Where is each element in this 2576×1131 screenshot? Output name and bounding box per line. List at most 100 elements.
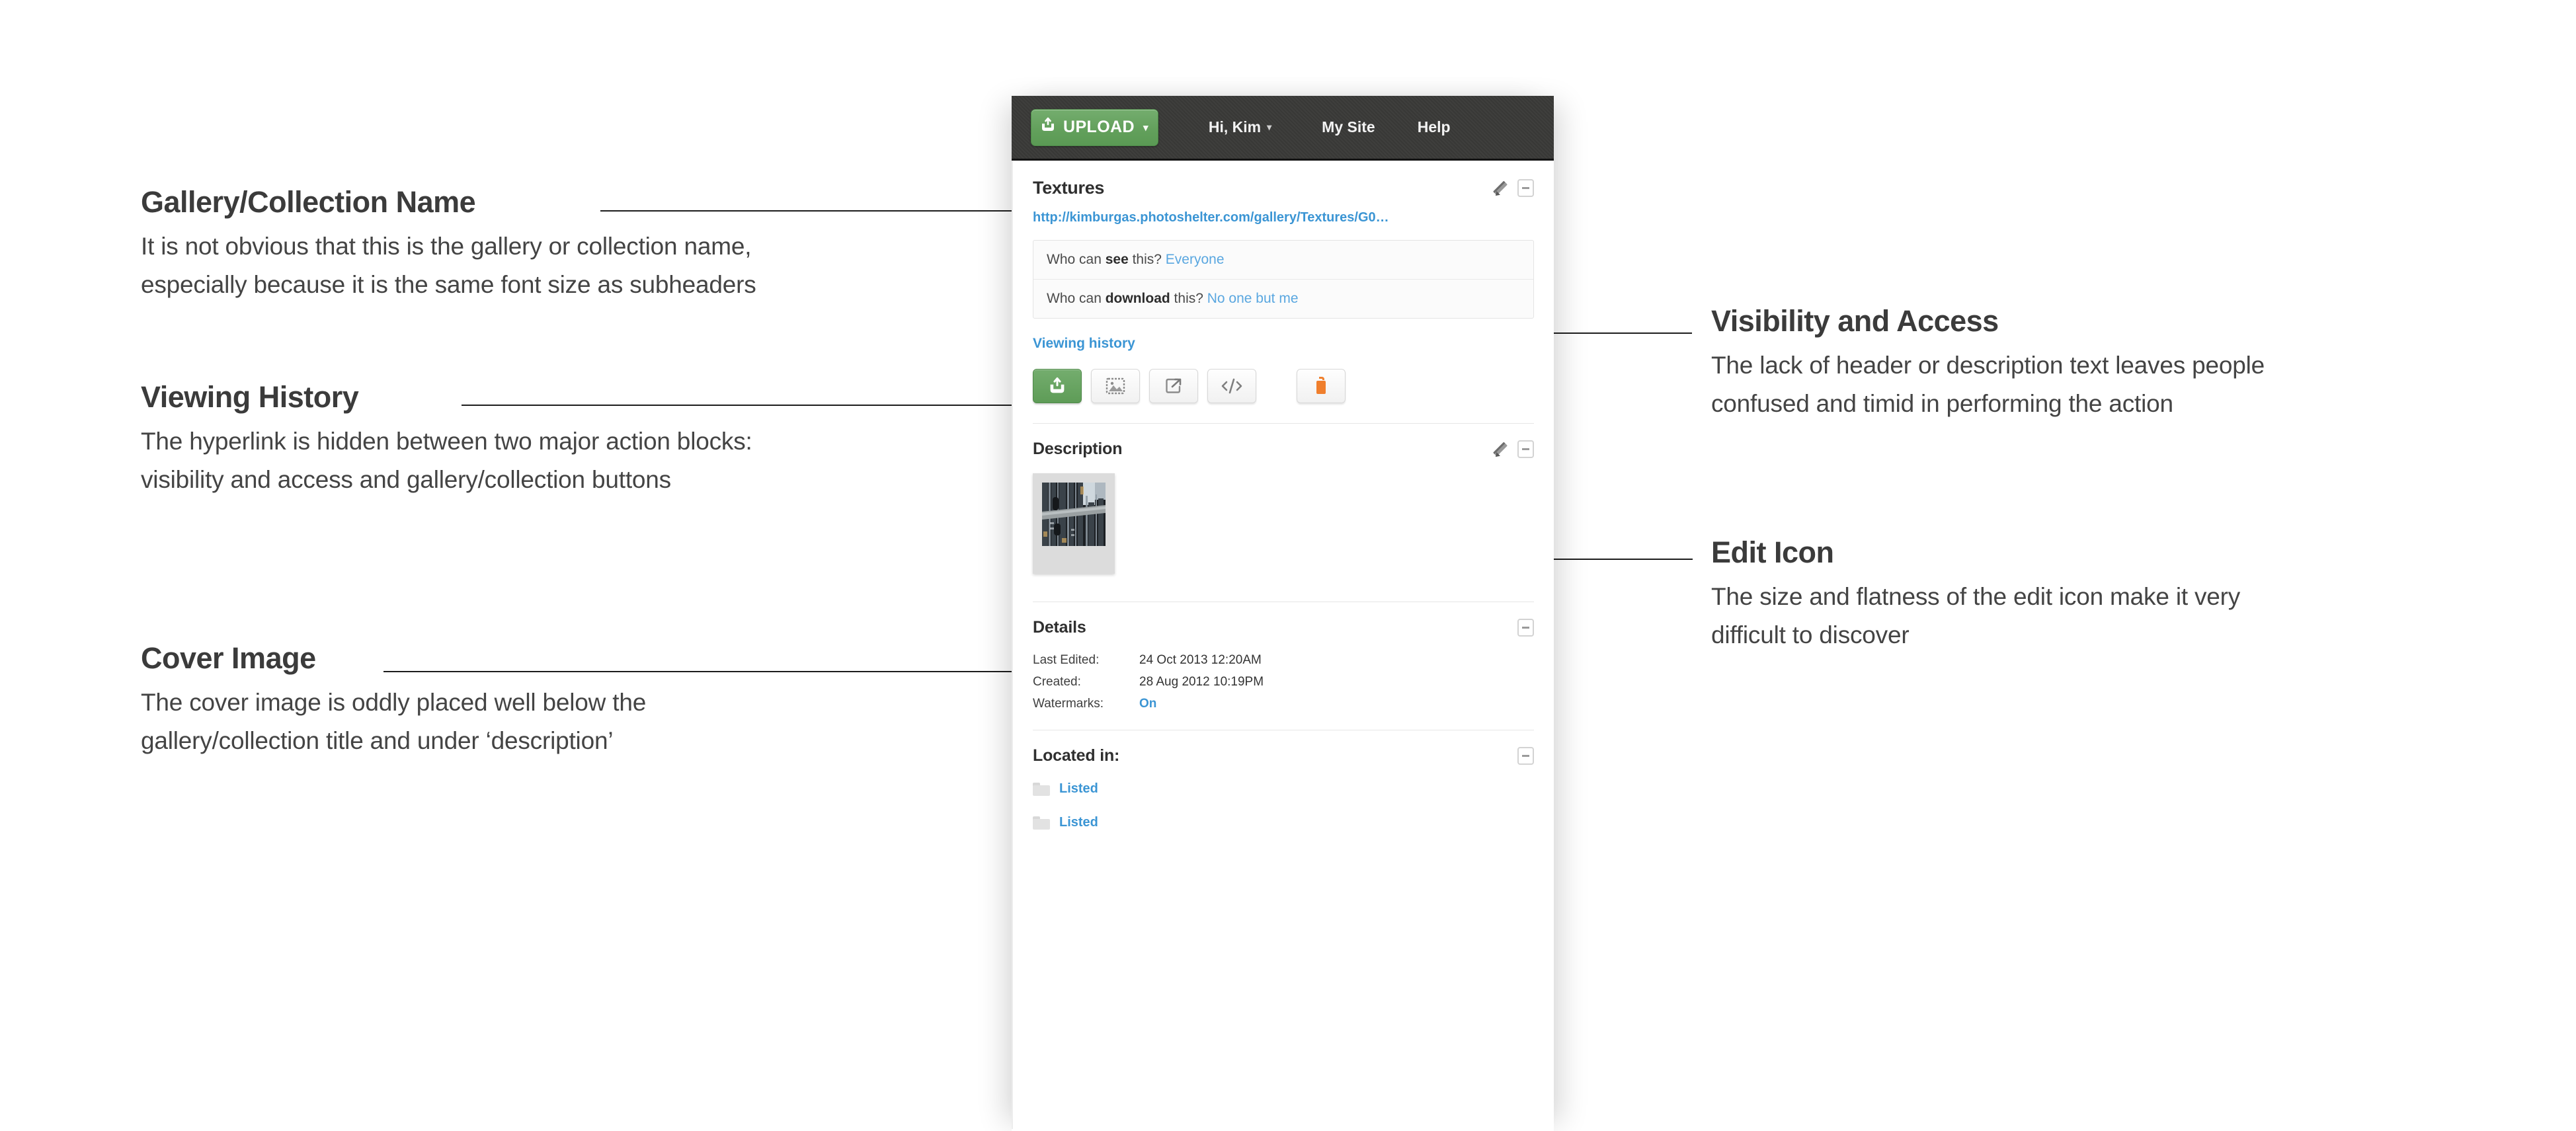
located-in-header: Located in:: [1033, 730, 1534, 765]
collapse-icon[interactable]: [1517, 747, 1534, 765]
annotation-line: difficult to discover: [1711, 621, 1910, 649]
annotation-line: The lack of header or description text l…: [1711, 352, 2265, 379]
details-row: Last Edited: 24 Oct 2013 12:20AM: [1033, 653, 1534, 668]
details-row: Created: 28 Aug 2012 10:19PM: [1033, 675, 1534, 689]
details-label: Last Edited:: [1033, 653, 1100, 667]
minus-glyph: [1522, 755, 1529, 757]
details-row: Watermarks: On: [1033, 697, 1534, 711]
details-label: Created:: [1033, 675, 1081, 689]
annotation-line: especially because it is the same font s…: [141, 271, 756, 299]
who-can-download-value[interactable]: No one but me: [1207, 291, 1299, 306]
image-icon: [1106, 377, 1125, 395]
nav-my-site[interactable]: My Site: [1322, 118, 1375, 136]
photoshelter-panel: UPLOAD ▾ Hi, Kim ▾ My Site Help Textures: [1012, 96, 1554, 1131]
upload-icon: [1050, 377, 1065, 393]
annotation-body: The size and flatness of the edit icon m…: [1711, 578, 2524, 655]
minus-glyph: [1522, 187, 1529, 189]
minus-glyph: [1522, 627, 1529, 629]
gallery-action-buttons: [1033, 369, 1534, 403]
upload-icon: [1039, 116, 1057, 138]
collapse-icon[interactable]: [1517, 619, 1534, 637]
leader-line-viewing-history: [462, 405, 1043, 406]
details-label: Watermarks:: [1033, 697, 1104, 711]
user-menu[interactable]: Hi, Kim ▾: [1209, 118, 1271, 136]
annotation-title: Edit Icon: [1711, 535, 1834, 569]
panel-inner: UPLOAD ▾ Hi, Kim ▾ My Site Help Textures: [1012, 96, 1554, 1131]
cover-image-thumbnail: [1042, 483, 1106, 546]
gallery-url-link[interactable]: http://kimburgas.photoshelter.com/galler…: [1033, 210, 1534, 225]
chevron-down-icon: ▾: [1143, 122, 1148, 134]
download-emphasis: download: [1105, 291, 1170, 306]
upload-button-label: UPLOAD: [1063, 118, 1135, 136]
cover-photo: [1042, 483, 1106, 546]
who-can-download-prefix: Who can: [1047, 291, 1106, 306]
description-section: Description: [1013, 424, 1554, 602]
annotation-body: It is not obvious that this is the galle…: [141, 227, 947, 305]
share-icon: [1166, 378, 1182, 393]
gallery-name: Textures: [1033, 178, 1105, 198]
who-can-see-row: Who can see this? Everyone: [1033, 241, 1533, 279]
details-header: Details: [1033, 602, 1534, 637]
located-in-section: Located in: Listed Listed: [1013, 730, 1554, 830]
upload-action-button[interactable]: [1033, 369, 1082, 403]
user-menu-label: Hi, Kim: [1208, 118, 1262, 136]
details-section: Details Last Edited: 24 Oct 2013 12:20AM…: [1013, 602, 1554, 730]
folder-body: [1033, 818, 1050, 830]
chevron-down-icon: ▾: [1267, 122, 1272, 132]
located-in-label[interactable]: Listed: [1059, 781, 1098, 797]
leader-line-gallery-name: [600, 210, 1037, 212]
gallery-title-row: Textures: [1033, 161, 1534, 198]
annotation-title: Viewing History: [141, 380, 359, 414]
annotation-title: Visibility and Access: [1711, 304, 1999, 338]
annotation-line: The cover image is oddly placed well bel…: [141, 689, 647, 716]
embed-code-action-button[interactable]: [1207, 369, 1256, 403]
folder-icon: [1033, 816, 1050, 830]
annotation-body: The cover image is oddly placed well bel…: [141, 683, 947, 761]
visibility-access-box: Who can see this? Everyone Who can downl…: [1033, 240, 1534, 319]
description-header: Description: [1033, 424, 1534, 459]
list-item[interactable]: Listed: [1033, 815, 1534, 830]
annotation-title: Gallery/Collection Name: [141, 185, 476, 219]
gallery-header-section: Textures http://kimburgas.photoshelter.c…: [1013, 161, 1554, 424]
pencil-icon[interactable]: [1491, 440, 1509, 459]
cover-image-action-button[interactable]: [1091, 369, 1140, 403]
who-can-see-value[interactable]: Everyone: [1166, 252, 1225, 267]
watermarks-value[interactable]: On: [1139, 697, 1156, 711]
who-can-see-prefix: Who can: [1047, 252, 1106, 267]
collapse-icon[interactable]: [1517, 440, 1534, 458]
located-in-label[interactable]: Listed: [1059, 815, 1098, 830]
cover-image-frame[interactable]: [1033, 473, 1115, 574]
leader-line-cover-image: [383, 671, 1041, 672]
annotation-line: The hyperlink is hidden between two majo…: [141, 428, 752, 455]
delete-action-button[interactable]: [1297, 369, 1346, 403]
trash-icon: [1316, 377, 1326, 394]
folder-icon: [1033, 782, 1050, 796]
panel-body: Textures http://kimburgas.photoshelter.c…: [1012, 161, 1554, 1129]
viewing-history-link[interactable]: Viewing history: [1033, 336, 1135, 352]
annotation-gallery-collection-name: Gallery/Collection Name It is not obviou…: [141, 187, 947, 305]
annotation-line: gallery/collection title and under ‘desc…: [141, 727, 614, 755]
description-heading: Description: [1033, 440, 1123, 458]
who-can-download-row: Who can download this? No one but me: [1033, 279, 1533, 318]
annotation-line: visibility and access and gallery/collec…: [141, 466, 671, 494]
annotation-line: confused and timid in performing the act…: [1711, 390, 2173, 418]
embed-code-icon: [1221, 378, 1242, 394]
annotation-cover-image: Cover Image The cover image is oddly pla…: [141, 643, 947, 761]
details-value: 24 Oct 2013 12:20AM: [1139, 653, 1262, 667]
annotation-viewing-history: Viewing History The hyperlink is hidden …: [141, 382, 947, 500]
upload-button[interactable]: UPLOAD ▾: [1031, 108, 1158, 146]
details-heading: Details: [1033, 618, 1086, 637]
folder-body: [1033, 785, 1050, 796]
pencil-icon[interactable]: [1491, 179, 1509, 198]
details-value: 28 Aug 2012 10:19PM: [1139, 675, 1264, 689]
annotation-line: The size and flatness of the edit icon m…: [1711, 583, 2241, 610]
collapse-icon[interactable]: [1517, 179, 1534, 197]
who-can-download-suffix: this?: [1170, 291, 1207, 306]
list-item[interactable]: Listed: [1033, 781, 1534, 797]
nav-help[interactable]: Help: [1418, 118, 1451, 136]
who-can-see-suffix: this?: [1128, 252, 1166, 267]
annotation-edit-icon: Edit Icon The size and flatness of the e…: [1711, 537, 2524, 655]
annotation-title: Cover Image: [141, 641, 316, 675]
details-list: Last Edited: 24 Oct 2013 12:20AM Created…: [1033, 653, 1534, 711]
share-action-button[interactable]: [1149, 369, 1198, 403]
